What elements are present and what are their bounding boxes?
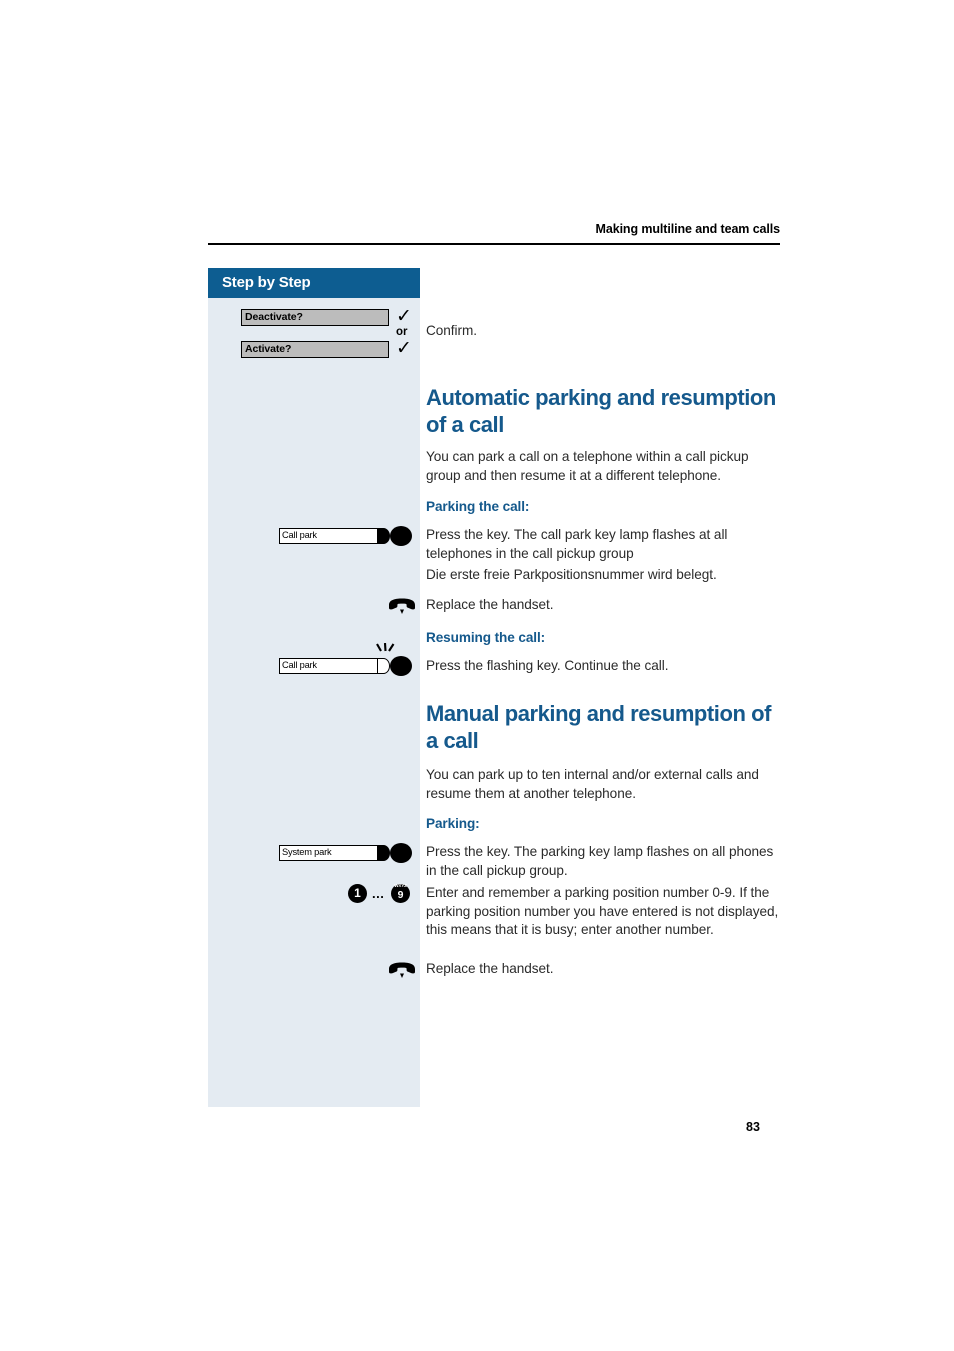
keypad-key-9-icon[interactable]: WXYZ 9 [391,883,410,903]
step-note-german: Die erste freie Parkpositionsnummer wird… [426,567,717,582]
step-replace-handset-2: Replace the handset. [426,961,554,976]
key-lamp-icon [390,526,412,546]
document-page: Making multiline and team calls Step by … [0,0,954,1351]
intro-automatic-parking: You can park a call on a telephone withi… [426,449,749,483]
key-nib-icon [377,845,390,861]
running-header: Making multiline and team calls [595,222,781,236]
keypad-range-ellipsis: ... [372,886,385,901]
confirm-checkmark-top: ✓ [396,305,412,327]
key-nib-hollow-icon [377,658,390,674]
subheading-parking: Parking: [426,816,480,831]
header-rule [208,243,780,245]
heading-automatic-parking: Automatic parking and resumption of a ca… [426,385,776,437]
intro-manual-parking: You can park up to ten internal and/or e… [426,767,759,801]
key-label-text: Call park [282,530,317,540]
handset-on-hook-icon [387,962,417,979]
display-line-deactivate-text: Deactivate? [245,311,303,323]
key-label-box: System park [279,845,379,861]
key-nib-icon [377,528,390,544]
subheading-parking-the-call: Parking the call: [426,499,530,514]
heading-manual-parking: Manual parking and resumption of a call [426,701,771,753]
subheading-resuming-the-call: Resuming the call: [426,630,546,645]
keypad-key-1-digit: 1 [354,886,361,900]
key-lamp-icon [390,656,412,676]
keypad-key-9-digit: 9 [397,889,404,901]
display-line-activate-text: Activate? [245,343,292,355]
keypad-key-1-icon[interactable]: 1 [348,884,367,903]
key-icon-call-park[interactable]: Call park [279,526,412,546]
display-line-deactivate: Deactivate? [241,309,389,326]
key-label-text: System park [282,847,332,857]
step-press-call-park-key: Press the key. The call park key lamp fl… [426,527,728,561]
key-flashing-indicator-icon [374,642,398,656]
key-label-text: Call park [282,660,317,670]
display-line-activate: Activate? [241,341,389,358]
step-replace-handset-1: Replace the handset. [426,597,554,612]
key-label-box: Call park [279,658,379,674]
step-by-step-sidebar: Step by Step [208,268,420,1107]
handset-on-hook-icon [387,598,417,615]
key-lamp-icon [390,843,412,863]
sidebar-title: Step by Step [222,274,311,291]
step-enter-parking-position: Enter and remember a parking position nu… [426,885,779,938]
step-press-flashing-key: Press the flashing key. Continue the cal… [426,658,669,673]
key-label-box: Call park [279,528,379,544]
key-icon-call-park-flashing[interactable]: Call park [279,642,412,676]
step-press-system-park-key: Press the key. The parking key lamp flas… [426,844,774,878]
confirm-checkmark-bottom: ✓ [396,337,412,359]
key-icon-system-park[interactable]: System park [279,843,412,863]
confirm-instruction: Confirm. [426,323,477,338]
page-number: 83 [746,1120,760,1134]
